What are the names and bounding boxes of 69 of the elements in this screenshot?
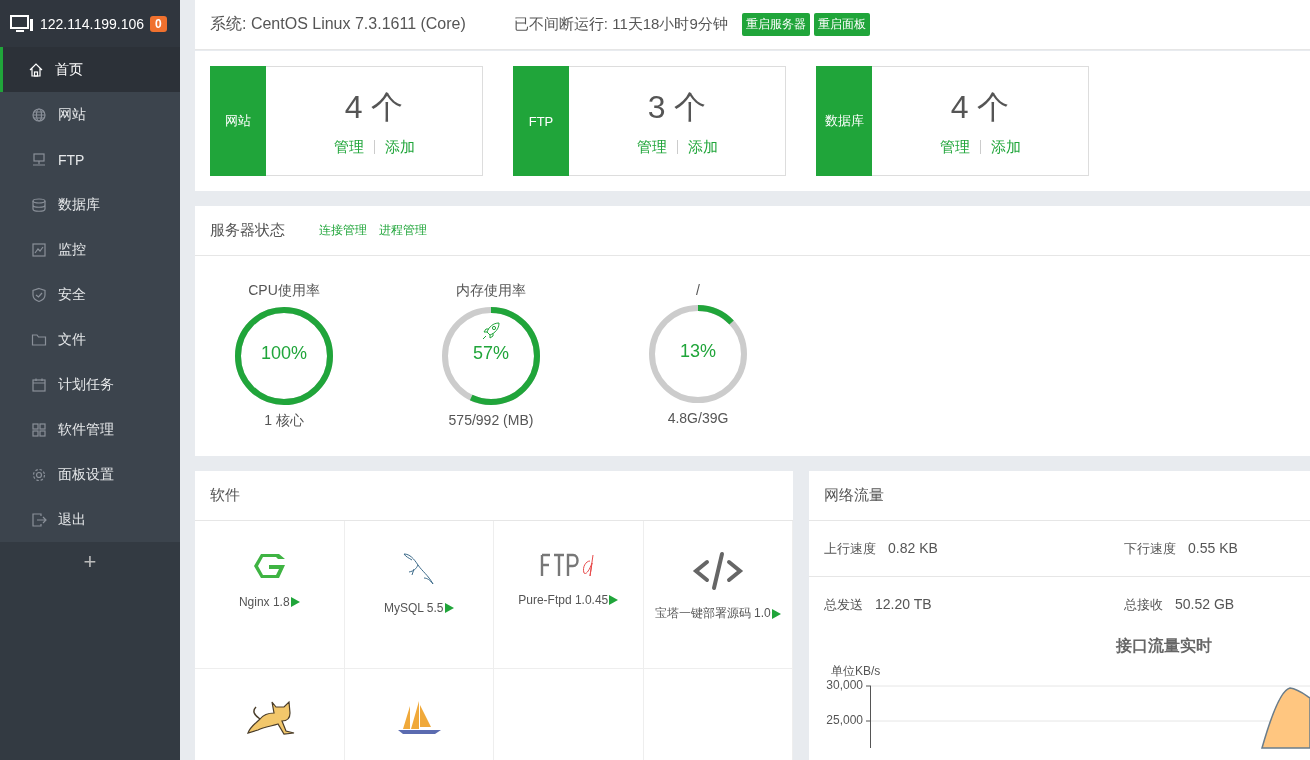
panel-title: 服务器状态	[210, 221, 285, 240]
gauge-detail: 575/992 (MB)	[448, 412, 534, 428]
gauge-detail: 1 核心	[264, 412, 304, 430]
software-name[interactable]: Nginx 1.8	[238, 595, 290, 609]
panel-title: 网络流量	[824, 486, 884, 505]
ftpd-logo-icon	[540, 551, 597, 579]
sidebar-item[interactable]: 文件	[0, 317, 180, 362]
software-name[interactable]: Pure-Ftpd 1.0.45	[518, 593, 609, 607]
sidebar-item[interactable]: 退出	[0, 497, 180, 542]
stat-count: 4 个	[344, 87, 404, 127]
stat-label: FTP	[513, 66, 569, 176]
sidebar-item[interactable]: 软件管理	[0, 407, 180, 452]
traffic-label: 下行速度	[1124, 539, 1176, 558]
gauge-title: /	[696, 282, 700, 298]
stat-count: 4 个	[950, 87, 1010, 127]
software-name[interactable]: MySQL 5.5	[383, 601, 444, 615]
sidebar-item[interactable]: 网站	[0, 92, 180, 137]
stat-label: 数据库	[816, 66, 872, 176]
play-icon[interactable]	[290, 597, 300, 607]
play-icon[interactable]	[609, 595, 619, 605]
gauge-detail: 4.8G/39G	[667, 410, 729, 426]
traffic-label: 总发送	[824, 595, 863, 614]
y-tick-label: 25,000	[826, 713, 863, 727]
globe-icon	[31, 106, 47, 123]
y-tick-label: 30,000	[826, 678, 863, 692]
chart-title: 接口流量实时	[1116, 636, 1212, 656]
rocket-icon	[481, 321, 501, 341]
gauge-title: 内存使用率	[456, 282, 526, 300]
sidebar-item[interactable]: 面板设置	[0, 452, 180, 497]
add-button[interactable]: +	[77, 550, 103, 574]
shield-icon	[31, 286, 47, 303]
server-ip: 122.114.199.106	[40, 15, 145, 32]
gauge-title: CPU使用率	[248, 282, 320, 300]
sidebar-item[interactable]: 数据库	[0, 182, 180, 227]
traffic-value: 0.55 KB	[1188, 539, 1238, 558]
sidebar-item[interactable]: 监控	[0, 227, 180, 272]
stat-label: 网站	[210, 66, 266, 176]
calendar-icon	[31, 376, 47, 393]
play-icon[interactable]	[444, 603, 454, 613]
panel-title: 软件	[210, 486, 240, 505]
traffic-value: 12.20 TB	[875, 595, 932, 614]
gear-icon	[31, 466, 47, 483]
folder-icon	[31, 331, 47, 348]
traffic-area-drawing	[1261, 687, 1310, 749]
sidebar-item[interactable]: 计划任务	[0, 362, 180, 407]
play-icon[interactable]	[771, 608, 781, 619]
sidebar-item[interactable]: 首页	[0, 47, 180, 92]
axis-unit: 单位KB/s	[831, 663, 882, 680]
traffic-value: 50.52 GB	[1175, 595, 1235, 614]
code-icon	[691, 551, 744, 591]
system-info: 系统: CentOS Linux 7.3.1611 (Core)	[210, 14, 466, 34]
sidebar-item[interactable]: 安全	[0, 272, 180, 317]
traffic-label: 上行速度	[824, 539, 876, 558]
stat-count: 3 个	[647, 87, 707, 127]
software-name[interactable]: 宝塔一键部署源码 1.0	[654, 605, 771, 622]
monitor-icon	[10, 14, 34, 33]
network-icon	[31, 151, 47, 168]
grid-icon	[31, 421, 47, 438]
gauge-value: 57%	[472, 343, 510, 364]
gauge-value: 13%	[679, 341, 717, 362]
exit-icon	[31, 511, 47, 528]
sidebar-item[interactable]: FTP	[0, 137, 180, 182]
uptime-text: 已不间断运行: 11天18小时9分钟	[513, 15, 728, 34]
traffic-value: 0.82 KB	[888, 539, 938, 558]
hexagon-g-icon	[251, 551, 288, 581]
chart-icon	[31, 241, 47, 258]
database-icon	[31, 196, 47, 213]
home-icon	[28, 61, 44, 78]
traffic-label: 总接收	[1124, 595, 1163, 614]
